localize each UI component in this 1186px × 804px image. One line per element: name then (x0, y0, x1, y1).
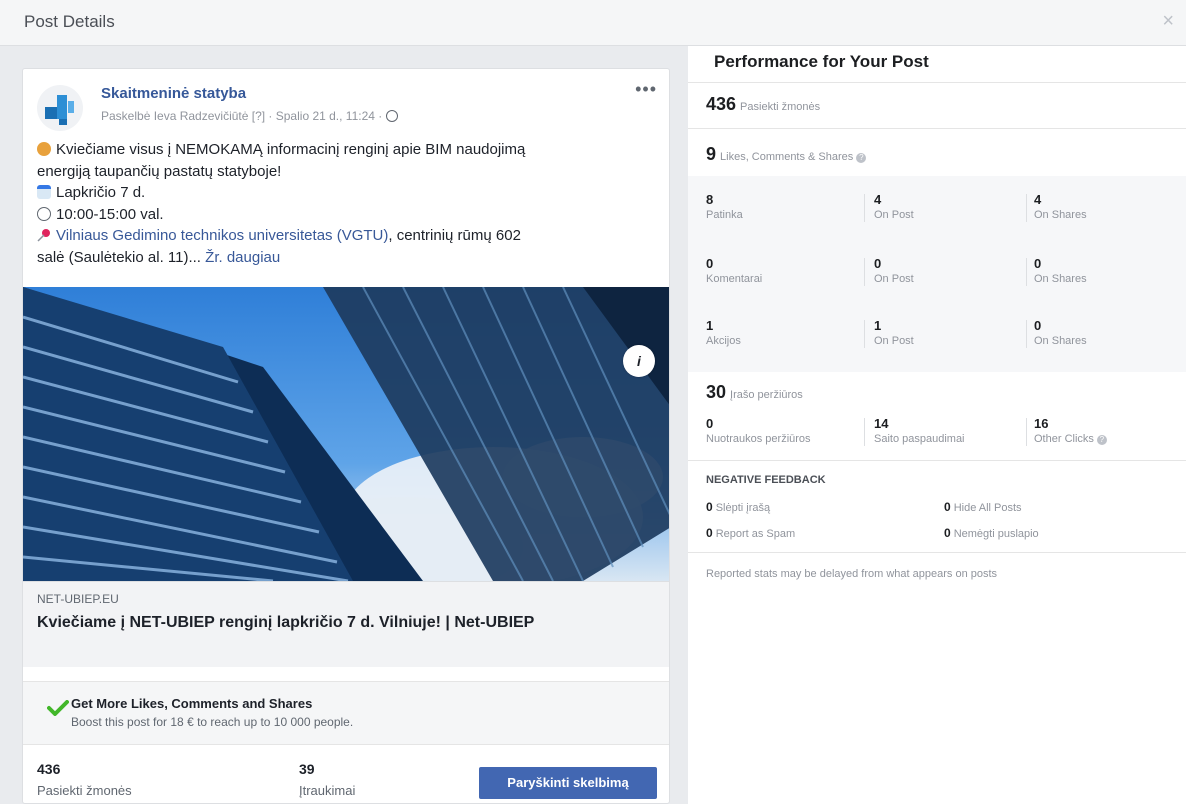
boost-title: Get More Likes, Comments and Shares (71, 696, 313, 711)
link-title[interactable]: Kviečiame į NET-UBIEP renginį lapkričio … (37, 612, 647, 633)
divider (688, 128, 1186, 129)
divider (688, 552, 1186, 553)
separator (1026, 194, 1027, 222)
dialog-header: Post Details × (0, 0, 1186, 46)
likes-on-post: 4 On Post (874, 192, 914, 221)
post-card: Skaitmeninė statyba Paskelbė Ieva Radzev… (22, 68, 670, 804)
comments-on-post: 0 On Post (874, 256, 914, 285)
interactions-label: Likes, Comments & Shares (720, 151, 854, 163)
boost-subtitle: Boost this post for 18 € to reach up to … (71, 715, 354, 729)
divider (688, 460, 1186, 461)
post-meta: Paskelbė Ieva Radzevičiūtė [?] · Spalio … (101, 109, 399, 123)
location-rest: , centrinių rūmų 602 (388, 227, 521, 244)
separator (864, 418, 865, 446)
location-link[interactable]: Vilniaus Gedimino technikos universiteta… (56, 227, 388, 244)
info-button[interactable]: i (623, 345, 655, 377)
separator (1026, 320, 1027, 348)
reached-summary-value: 436 (706, 94, 737, 114)
comments-total: 0 Komentarai (706, 256, 763, 285)
dialog-title: Post Details (24, 12, 115, 31)
interactions-breakdown: 8 Patinka 4 On Post 4 On Shares 0 Komentarai… (688, 176, 1186, 372)
performance-title: Performance for Your Post (714, 52, 929, 71)
reached-label: Pasiekti žmonės (37, 783, 132, 798)
interactions-value: 9 (706, 144, 717, 164)
checkmark-icon (47, 700, 69, 716)
engagements-value: 39 (299, 761, 315, 777)
reached-value: 436 (37, 761, 61, 777)
shares-on-shares: 0 On Shares (1034, 318, 1087, 347)
post-text-line1: Kviečiame visus į NEMOKAMĄ informacinį r… (56, 141, 526, 158)
boost-stats: 436 Pasiekti žmonės 39 Įtraukimai Paryšk… (23, 745, 669, 803)
separator (1026, 418, 1027, 446)
report-spam-feedback: 0 Report as Spam (706, 526, 796, 540)
link-clicks: 14 Saito paspaudimai (874, 416, 965, 445)
clock-icon (37, 206, 51, 221)
see-more-link[interactable]: Žr. daugiau (205, 249, 280, 266)
unlike-page-feedback: 0 Nemėgti puslapio (944, 526, 1039, 540)
close-icon[interactable]: × (1162, 10, 1174, 33)
calendar-icon (37, 185, 51, 199)
boost-post-button[interactable]: Paryškinti skelbimą (479, 767, 657, 799)
post-meta-text: Paskelbė Ieva Radzevičiūtė [?] · Spalio … (101, 109, 383, 123)
shares-on-post: 1 On Post (874, 318, 914, 347)
divider (688, 82, 1186, 83)
globe-emoji-icon (37, 142, 51, 156)
post-time: 10:00-15:00 val. (56, 205, 164, 223)
building-photo (23, 287, 669, 581)
stats-delay-note: Reported stats may be delayed from what … (706, 568, 998, 580)
shares-total: 1 Akcijos (706, 318, 741, 347)
page-logo-icon (45, 95, 74, 125)
negative-feedback-heading: NEGATIVE FEEDBACK (706, 474, 826, 486)
engagements-label: Įtraukimai (299, 783, 356, 798)
separator (864, 320, 865, 348)
boost-promo: Get More Likes, Comments and Shares Boos… (23, 681, 669, 745)
hide-all-posts-feedback: 0 Hide All Posts (944, 500, 1022, 514)
reached-stat: 436 Pasiekti žmonės (37, 761, 132, 798)
separator (1026, 258, 1027, 286)
engagements-stat: 39 Įtraukimai (299, 761, 355, 798)
other-clicks: 16 Other Clicks? (1034, 416, 1186, 445)
hide-post-feedback: 0 Slėpti įrašą (706, 500, 771, 514)
post-views-label: Įrašo peržiūros (730, 389, 803, 401)
location-line2: salė (Saulėtekio al. 11)... (37, 248, 201, 266)
separator (864, 194, 865, 222)
pushpin-icon (37, 227, 51, 242)
performance-pane: Performance for Your Post 436 Pasiekti žm… (688, 46, 1186, 804)
interactions-summary: 9 Likes, Comments & Shares? (706, 144, 867, 165)
page-avatar[interactable] (37, 85, 83, 131)
post-text: Kviečiame visus į NEMOKAMĄ informacinį r… (37, 139, 657, 268)
post-date: Lapkričio 7 d. (56, 184, 146, 201)
photo-views: 0 Nuotraukos peržiūros (706, 416, 811, 445)
page-name-link[interactable]: Skaitmeninė statyba (101, 85, 246, 102)
post-views-summary: 30 Įrašo peržiūros (706, 382, 803, 403)
link-preview[interactable]: NET-UBIEP.EU Kviečiame į NET-UBIEP rengi… (23, 581, 669, 667)
globe-icon (386, 110, 399, 122)
reached-summary: 436 Pasiekti žmonės (706, 94, 820, 115)
more-options-icon[interactable]: ••• (635, 79, 657, 100)
help-icon[interactable]: ? (1096, 435, 1107, 445)
post-preview-pane: Skaitmeninė statyba Paskelbė Ieva Radzev… (0, 46, 688, 804)
likes-on-shares: 4 On Shares (1034, 192, 1087, 221)
post-image[interactable] (23, 287, 669, 581)
help-icon[interactable]: ? (856, 153, 867, 163)
link-domain: NET-UBIEP.EU (37, 592, 119, 606)
post-text-line2: energiją taupančių pastatų statyboje! (37, 162, 282, 180)
separator (864, 258, 865, 286)
post-views-value: 30 (706, 382, 727, 402)
reached-summary-label: Pasiekti žmonės (740, 101, 821, 113)
likes-total: 8 Patinka (706, 192, 743, 221)
comments-on-shares: 0 On Shares (1034, 256, 1087, 285)
